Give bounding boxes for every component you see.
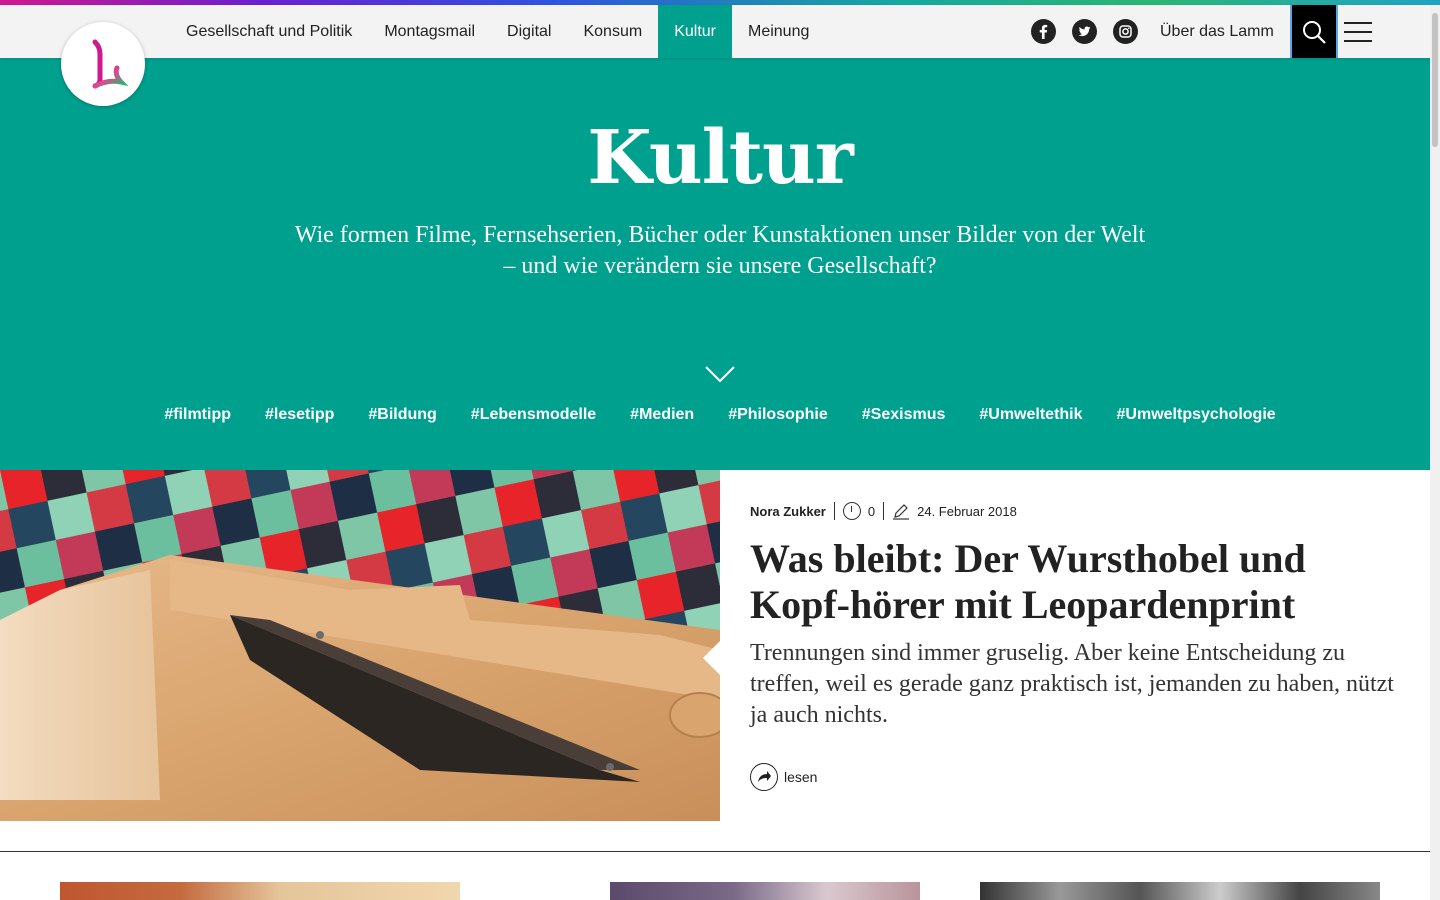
nav-item-kultur[interactable]: Kultur bbox=[658, 5, 732, 58]
article-title[interactable]: Was bleibt: Der Wursthobel und Kopf-höre… bbox=[750, 536, 1410, 628]
tag-link[interactable]: #Philosophie bbox=[728, 406, 828, 424]
tag-link[interactable]: #Bildung bbox=[368, 406, 436, 424]
top-navigation-bar: Gesellschaft und Politik Montagsmail Dig… bbox=[0, 5, 1440, 58]
menu-line bbox=[1344, 40, 1372, 42]
article-excerpt: Trennungen sind immer gruselig. Aber kei… bbox=[750, 640, 1394, 728]
hamburger-menu-button[interactable] bbox=[1344, 19, 1372, 45]
tag-link[interactable]: #Umweltethik bbox=[979, 406, 1082, 424]
read-more-label: lesen bbox=[784, 769, 818, 785]
menu-line bbox=[1344, 31, 1372, 33]
search-icon bbox=[1303, 20, 1326, 44]
arrow-share-icon bbox=[750, 763, 778, 791]
tag-link[interactable]: #Lebensmodelle bbox=[471, 406, 596, 424]
nav-item-gesellschaft-und-politik[interactable]: Gesellschaft und Politik bbox=[170, 5, 368, 58]
tag-link[interactable]: #filmtipp bbox=[164, 406, 231, 424]
instagram-icon[interactable] bbox=[1113, 19, 1138, 44]
tag-list: #filmtipp #lesetipp #Bildung #Lebensmode… bbox=[0, 406, 1440, 424]
article-author[interactable]: Nora Zukker bbox=[750, 504, 826, 519]
comment-count[interactable]: 0 bbox=[868, 504, 875, 519]
nav-item-digital[interactable]: Digital bbox=[491, 5, 567, 58]
site-logo[interactable] bbox=[61, 22, 145, 106]
read-more-link[interactable]: lesen bbox=[750, 763, 817, 791]
article-thumbnail[interactable] bbox=[60, 882, 460, 900]
article-thumbnail[interactable] bbox=[980, 882, 1380, 900]
category-hero: Kultur Wie formen Filme, Fernsehserien, … bbox=[0, 58, 1430, 470]
menu-line bbox=[1344, 22, 1372, 24]
meta-separator bbox=[833, 502, 835, 520]
featured-article-image[interactable] bbox=[0, 470, 720, 821]
chevron-down-icon[interactable] bbox=[704, 364, 736, 384]
facebook-icon[interactable] bbox=[1031, 19, 1056, 44]
pen-icon bbox=[893, 504, 910, 520]
lamm-logo-icon bbox=[92, 39, 129, 89]
nav-item-montagsmail[interactable]: Montagsmail bbox=[368, 5, 491, 58]
page-scrollbar[interactable] bbox=[1430, 5, 1440, 900]
search-button[interactable] bbox=[1290, 5, 1338, 58]
image-pointer-notch bbox=[703, 641, 720, 675]
comments-clock-icon bbox=[842, 502, 861, 520]
tag-link[interactable]: #Sexismus bbox=[862, 406, 946, 424]
article-date: 24. Februar 2018 bbox=[917, 503, 1017, 519]
nav-item-meinung[interactable]: Meinung bbox=[732, 5, 825, 58]
tag-link[interactable]: #Umweltpsychologie bbox=[1117, 406, 1276, 424]
nav-item-konsum[interactable]: Konsum bbox=[567, 5, 658, 58]
meta-separator bbox=[883, 502, 885, 520]
section-divider bbox=[0, 851, 1430, 852]
main-nav: Gesellschaft und Politik Montagsmail Dig… bbox=[170, 5, 825, 58]
tag-link[interactable]: #lesetipp bbox=[265, 406, 334, 424]
tag-link[interactable]: #Medien bbox=[630, 406, 694, 424]
category-description: Wie formen Filme, Fernsehserien, Bücher … bbox=[250, 220, 1190, 282]
article-meta: Nora Zukker 0 24. Februar 2018 bbox=[750, 499, 1017, 523]
social-links bbox=[1031, 19, 1138, 44]
category-description-line-1: Wie formen Filme, Fernsehserien, Bücher … bbox=[294, 222, 1146, 248]
page-title: Kultur bbox=[587, 115, 854, 201]
article-thumbnail[interactable] bbox=[610, 882, 920, 900]
about-link[interactable]: Über das Lamm bbox=[1160, 5, 1274, 58]
category-description-line-2: – und wie verändern sie unsere Gesellsch… bbox=[503, 253, 937, 279]
scrollbar-thumb[interactable] bbox=[1432, 13, 1438, 147]
twitter-icon[interactable] bbox=[1072, 19, 1097, 44]
